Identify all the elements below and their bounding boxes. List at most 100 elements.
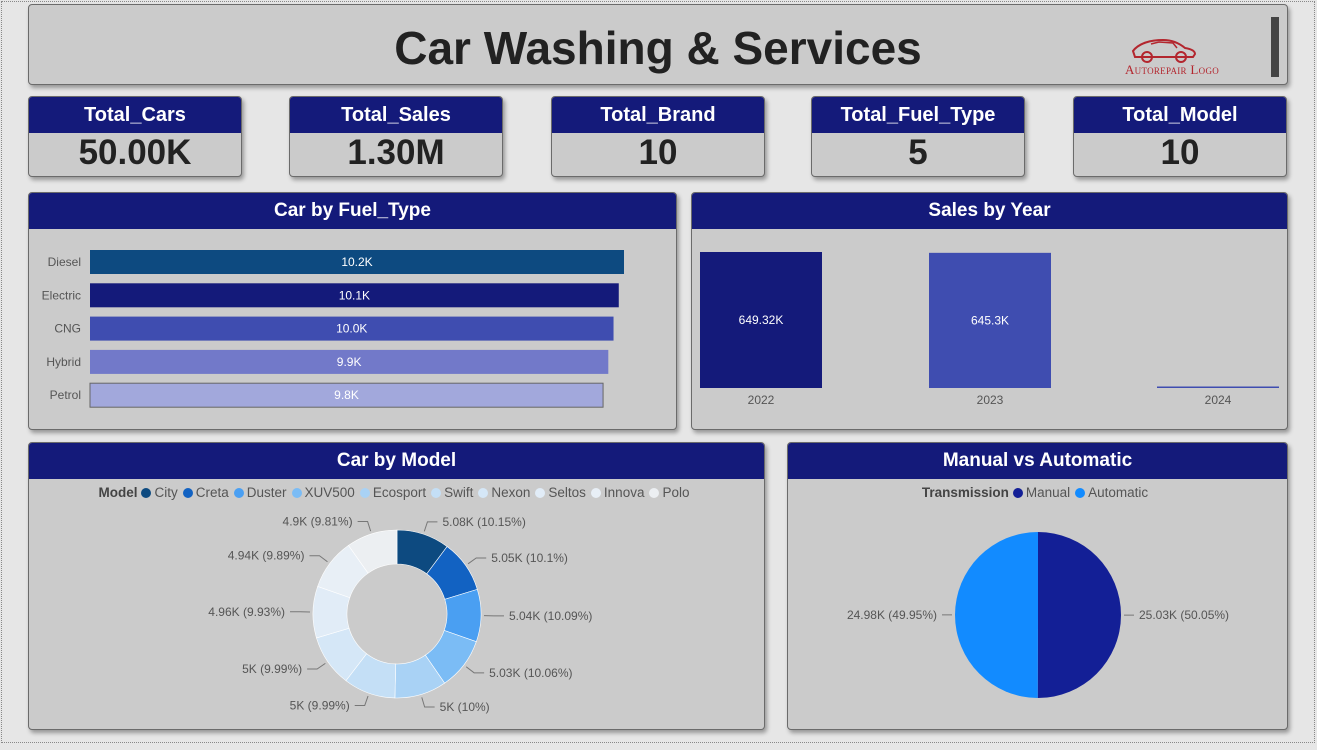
fuel-type-data-label: 10.0K: [336, 322, 367, 336]
legend-item[interactable]: Swift: [431, 485, 473, 500]
fuel-type-data-label: 10.2K: [341, 255, 372, 269]
pie-slice[interactable]: [1037, 532, 1122, 698]
kpi-card-total-brand: Total_Brand 10: [551, 96, 765, 177]
pie-data-label: 5K (10%): [440, 700, 490, 714]
kpi-card-total-cars: Total_Cars 50.00K: [28, 96, 242, 177]
pie-leader-line: [467, 557, 487, 565]
legend-item[interactable]: XUV500: [291, 485, 355, 500]
logo-text: Autorepair Logo: [1124, 62, 1220, 77]
kpi-card-total-sales: Total_Sales 1.30M: [289, 96, 503, 177]
legend-label: XUV500: [304, 485, 355, 500]
pie-data-label: 5.08K (10.15%): [442, 515, 525, 529]
legend-item[interactable]: Seltos: [535, 485, 586, 500]
legend-item[interactable]: Ecosport: [359, 485, 427, 500]
sales-year-data-label: 649.32K: [739, 313, 784, 327]
legend-label: Seltos: [548, 485, 586, 500]
legend-dot-icon: [1075, 488, 1086, 498]
sales-year-data-label: 645.3K: [971, 313, 1009, 327]
chart-title: Sales by Year: [692, 193, 1287, 229]
kpi-value: 1.30M: [347, 133, 445, 172]
kpi-value: 10: [638, 133, 678, 172]
legend-item[interactable]: Automatic: [1075, 485, 1148, 500]
kpi-label: Total_Model: [1074, 97, 1286, 133]
legend-item[interactable]: Creta: [182, 485, 229, 500]
legend-label: Manual: [1025, 485, 1071, 500]
kpi-card-total-model: Total_Model 10: [1073, 96, 1287, 177]
legend-label: Creta: [195, 485, 229, 500]
legend-title: Transmission: [921, 485, 1009, 500]
legend-label: Swift: [444, 485, 474, 500]
legend-label: Duster: [246, 485, 287, 500]
pie-data-label: 4.9K (9.81%): [283, 515, 353, 529]
kpi-label: Total_Brand: [552, 97, 764, 133]
pie-data-label: 5K (9.99%): [290, 698, 350, 712]
chart-title: Car by Model: [29, 443, 764, 479]
pie-slice[interactable]: [955, 532, 1038, 698]
legend-label: Ecosport: [372, 485, 427, 500]
page-title: Car Washing & Services: [394, 22, 922, 74]
legend-dot-icon: [359, 488, 370, 498]
legend-dot-icon: [1012, 488, 1023, 498]
legend-item[interactable]: City: [141, 485, 178, 500]
fuel-type-bar-chart: Diesel 10.2K Electric 10.1K CNG 10.0K Hybrid 9.…: [42, 250, 624, 408]
pie-leader-line: [465, 666, 485, 674]
sales-year-bar[interactable]: [1157, 386, 1279, 389]
model-legend: Model City Creta Duster XUV500 Ecosport Swift N…: [29, 485, 764, 500]
year-tick-label: 2022: [748, 393, 775, 407]
legend-item[interactable]: Nexon: [478, 485, 530, 500]
legend-dot-icon: [590, 488, 601, 498]
legend-label: City: [154, 485, 178, 500]
kpi-value: 50.00K: [78, 133, 192, 172]
kpi-value: 5: [908, 133, 928, 172]
transmission-pie-chart: 25.03K (50.05%) 24.98K (49.95%): [847, 532, 1229, 698]
pie-leader-line: [309, 555, 328, 563]
legend-item[interactable]: Polo: [649, 485, 690, 500]
header-panel: Car Washing & Services Autorepair Logo: [28, 4, 1288, 85]
legend-title: Model: [98, 485, 138, 500]
pie-leader-line: [354, 695, 369, 706]
car-by-model-donut-chart: 5.08K (10.15%) 5.05K (10.1%) 5.04K (10.09%…: [208, 515, 592, 714]
header-scroll-bar: [1271, 17, 1279, 77]
legend-item[interactable]: Manual: [1012, 485, 1071, 500]
kpi-value: 10: [1160, 133, 1200, 172]
legend-dot-icon: [478, 488, 489, 498]
fuel-type-tick-label: Petrol: [50, 388, 81, 402]
pie-leader-line: [421, 697, 435, 708]
fuel-type-data-label: 9.8K: [334, 388, 359, 402]
fuel-type-tick-label: Electric: [42, 288, 81, 302]
kpi-card-total-fuel-type: Total_Fuel_Type 5: [811, 96, 1025, 177]
pie-data-label: 25.03K (50.05%): [1139, 608, 1229, 622]
legend-dot-icon: [233, 488, 244, 498]
pie-data-label: 5.03K (10.06%): [489, 666, 572, 680]
fuel-type-data-label: 9.9K: [337, 355, 362, 369]
legend-label: Innova: [603, 485, 645, 500]
fuel-type-tick-label: Hybrid: [46, 355, 81, 369]
legend-label: Polo: [662, 485, 690, 500]
pie-data-label: 24.98K (49.95%): [847, 608, 937, 622]
pie-data-label: 4.94K (9.89%): [228, 549, 305, 563]
car-by-model-chart-panel: Car by Model Model City Creta Duster XUV500 E…: [28, 442, 765, 730]
fuel-type-tick-label: CNG: [54, 322, 81, 336]
transmission-legend: Transmission Manual Automatic: [788, 485, 1287, 500]
pie-leader-line: [307, 662, 326, 670]
legend-item[interactable]: Duster: [233, 485, 287, 500]
legend-dot-icon: [431, 488, 442, 498]
fuel-type-tick-label: Diesel: [48, 255, 81, 269]
kpi-label: Total_Fuel_Type: [812, 97, 1024, 133]
transmission-chart-panel: Manual vs Automatic Transmission Manual Au…: [787, 442, 1288, 730]
kpi-label: Total_Cars: [29, 97, 241, 133]
legend-item[interactable]: Innova: [590, 485, 645, 500]
legend-label: Automatic: [1088, 485, 1149, 500]
legend-dot-icon: [141, 488, 152, 498]
fuel-type-data-label: 10.1K: [339, 288, 370, 302]
kpi-label: Total_Sales: [290, 97, 502, 133]
sales-by-year-bar-chart: 649.32K 2022 645.3K 2023 2024: [700, 252, 1279, 407]
legend-dot-icon: [291, 488, 302, 498]
pie-data-label: 4.96K (9.93%): [208, 605, 285, 619]
pie-data-label: 5K (9.99%): [242, 662, 302, 676]
sales-by-year-chart-panel: Sales by Year 649.32K 2022 645.3K 2023 2024: [691, 192, 1288, 430]
year-tick-label: 2024: [1205, 393, 1232, 407]
pie-data-label: 5.05K (10.1%): [491, 551, 568, 565]
chart-title: Manual vs Automatic: [788, 443, 1287, 479]
year-tick-label: 2023: [977, 393, 1004, 407]
